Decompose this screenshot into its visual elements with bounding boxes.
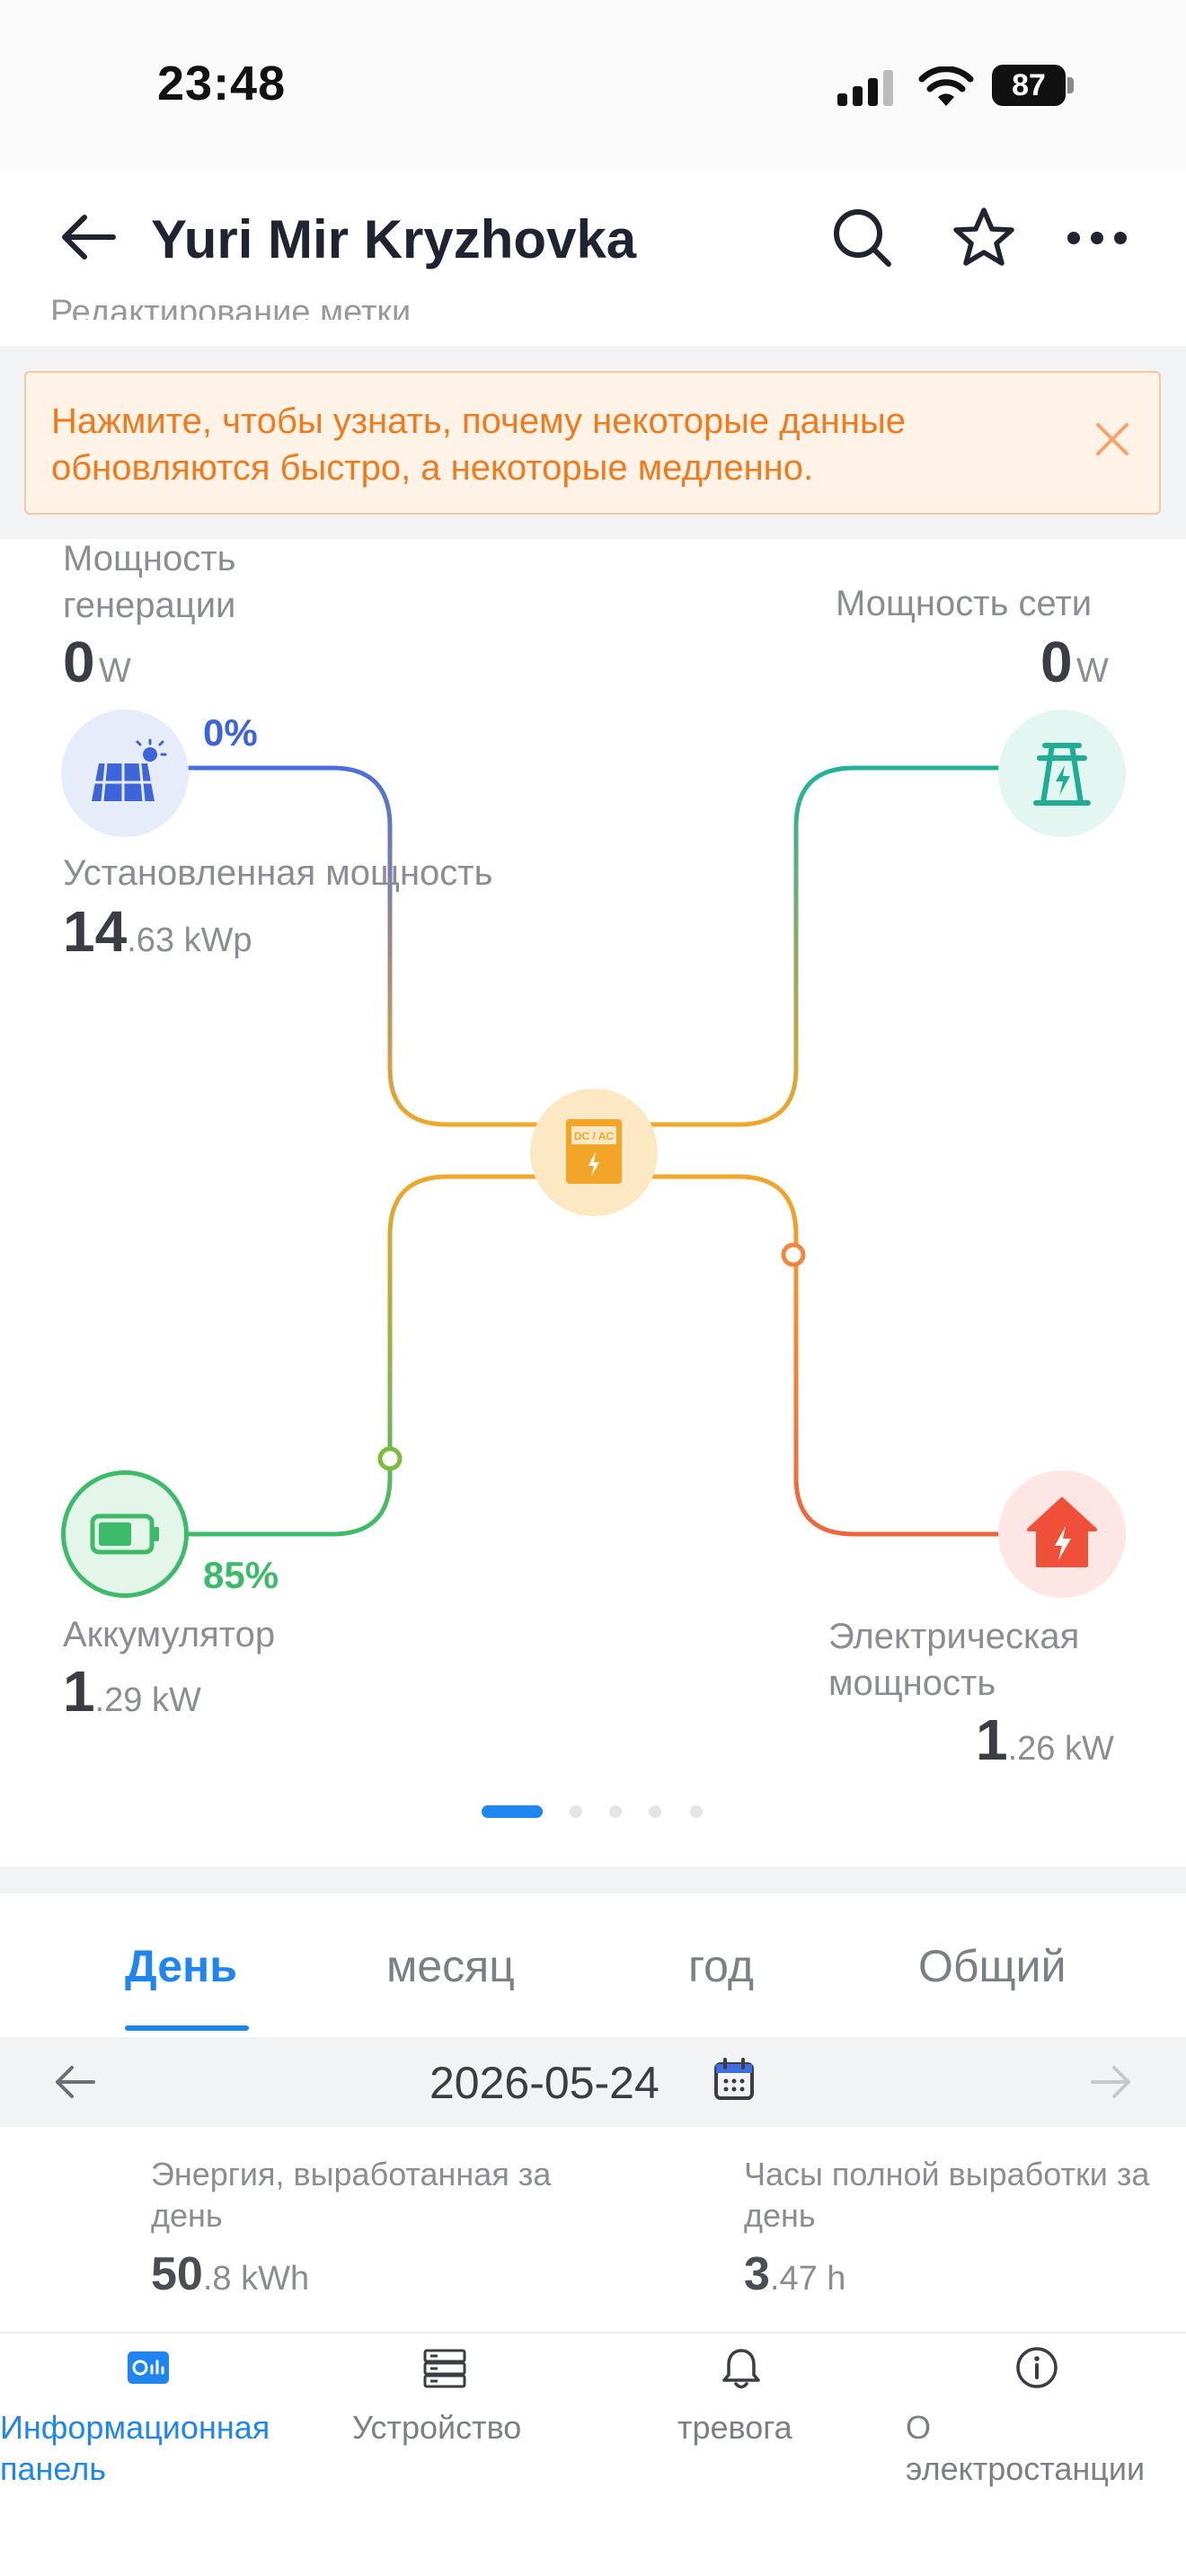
pager-dot-1[interactable] (482, 1805, 543, 1818)
star-icon[interactable] (952, 207, 1015, 268)
load-power-int: 1 (976, 1707, 1008, 1772)
generation-power: 0 W (63, 629, 131, 695)
power-tower-icon (1033, 743, 1091, 806)
daily-energy-label-line2: день (151, 2197, 223, 2234)
inverter-node[interactable]: DC / AC (530, 1089, 658, 1216)
generation-value: 0 (63, 630, 95, 694)
grid-unit: W (1076, 652, 1109, 690)
info-icon[interactable] (1015, 2346, 1058, 2389)
inverter-label: DC / AC (574, 1130, 615, 1142)
installed-capacity-dec: .63 kWp (127, 922, 252, 959)
section-separator (0, 1866, 1186, 1893)
battery-flow-line (187, 1174, 539, 1537)
dashboard-icon[interactable] (126, 2348, 171, 2387)
next-date-arrow-icon[interactable] (1089, 2064, 1134, 2100)
nav-dashboard-line2: панель (0, 2450, 106, 2487)
pager-dot-4[interactable] (649, 1805, 661, 1818)
pager-dot-3[interactable] (609, 1805, 622, 1818)
load-power-dec: .26 kW (1007, 1730, 1114, 1768)
house-power-icon (1027, 1497, 1097, 1567)
tab-year[interactable]: год (688, 1940, 754, 1992)
load-node[interactable] (998, 1470, 1126, 1598)
device-icon[interactable] (422, 2348, 467, 2389)
battery-power: 1.29 kW (63, 1658, 201, 1725)
daily-energy-label: Энергия, выработанная за день (151, 2154, 551, 2236)
solar-panel-icon (92, 738, 167, 802)
grid-value: 0 (1040, 630, 1073, 694)
battery-percent: 85% (203, 1554, 279, 1596)
battery-node[interactable] (61, 1470, 189, 1598)
full-hours-dec: .47 h (769, 2260, 846, 2298)
info-banner[interactable]: Нажмите, чтобы узнать, почему некоторые … (24, 371, 1161, 515)
grid-label: Мощность сети (836, 584, 1093, 623)
full-hours-value: 3.47 h (744, 2247, 845, 2301)
nav-dashboard-line1: Информационная (0, 2409, 270, 2446)
battery-power-dec: .29 kW (94, 1681, 201, 1719)
solar-node[interactable] (61, 710, 189, 837)
tab-underline (125, 2025, 249, 2031)
tab-month[interactable]: месяц (386, 1940, 515, 1992)
grid-node[interactable] (998, 710, 1126, 837)
generation-label: Мощность генерации (63, 535, 235, 629)
installed-capacity-int: 14 (63, 899, 128, 964)
generation-percent: 0% (203, 711, 258, 754)
installed-capacity-label: Установленная мощность (63, 853, 493, 893)
battery-label: Аккумулятор (63, 1615, 276, 1654)
daily-energy-value: 50.8 kWh (151, 2247, 309, 2301)
status-time: 23:48 (157, 57, 287, 110)
battery-flow-marker (377, 1446, 403, 1471)
full-hours-label: Часы полной выработки за день (744, 2154, 1186, 2236)
generation-label-line1: Мощность (63, 539, 236, 578)
grid-flow-line (647, 765, 999, 1127)
page-title: Yuri Mir Kryzhovka (151, 209, 637, 269)
cellular-signal-icon (837, 70, 893, 106)
tab-total[interactable]: Общий (918, 1940, 1067, 1992)
wifi-icon (918, 66, 974, 106)
generation-unit: W (99, 652, 131, 690)
full-hours-label-line1: Часы полной выработки за (744, 2156, 1150, 2192)
daily-energy-dec: .8 kWh (202, 2260, 310, 2298)
pager-dot-2[interactable] (570, 1805, 582, 1818)
battery-indicator: 87 (992, 65, 1066, 106)
load-flow-marker (781, 1242, 806, 1267)
banner-text: Нажмите, чтобы узнать, почему некоторые … (51, 401, 907, 488)
calendar-icon[interactable] (713, 2058, 755, 2101)
battery-icon (90, 1513, 159, 1555)
prev-date-arrow-icon[interactable] (52, 2064, 97, 2100)
full-hours-label-line2: день (744, 2197, 816, 2234)
close-icon[interactable] (1091, 418, 1134, 461)
search-icon[interactable] (831, 207, 894, 269)
load-flow-line (647, 1174, 999, 1537)
full-hours-int: 3 (744, 2248, 770, 2300)
pager-dot-5[interactable] (690, 1805, 703, 1818)
nav-dashboard[interactable]: Информационная панель (0, 2407, 270, 2490)
tab-day[interactable]: День (125, 1940, 237, 1992)
load-label-line2: мощность (828, 1663, 996, 1703)
installed-capacity: 14.63 kWp (63, 898, 252, 965)
load-power: 1.26 kW (976, 1707, 1114, 1773)
date-value[interactable]: 2026-05-24 (429, 2057, 659, 2109)
nav-about[interactable]: О электростанции (906, 2407, 1145, 2490)
daily-energy-label-line1: Энергия, выработанная за (151, 2156, 552, 2192)
more-options-icon[interactable] (1066, 228, 1128, 248)
back-arrow-icon[interactable] (59, 212, 117, 262)
inverter-icon: DC / AC (566, 1119, 622, 1184)
battery-power-int: 1 (63, 1659, 95, 1724)
battery-tip (1067, 77, 1074, 93)
load-label: Электрическая мощность (828, 1613, 1079, 1707)
nav-device[interactable]: Устройство (352, 2407, 521, 2448)
daily-energy-int: 50 (151, 2248, 203, 2300)
bell-icon[interactable] (721, 2346, 762, 2391)
nav-about-line2: электростанции (906, 2450, 1146, 2487)
status-bar: 23:48 87 (0, 0, 1186, 171)
nav-alarm[interactable]: тревога (677, 2407, 792, 2448)
generation-label-line2: генерации (63, 586, 236, 625)
load-label-line1: Электрическая (828, 1617, 1080, 1656)
label-edit-link-partial[interactable]: Редактирование метки (50, 286, 411, 320)
nav-about-line1: О (906, 2409, 932, 2446)
grid-power: 0 W (1040, 629, 1109, 695)
